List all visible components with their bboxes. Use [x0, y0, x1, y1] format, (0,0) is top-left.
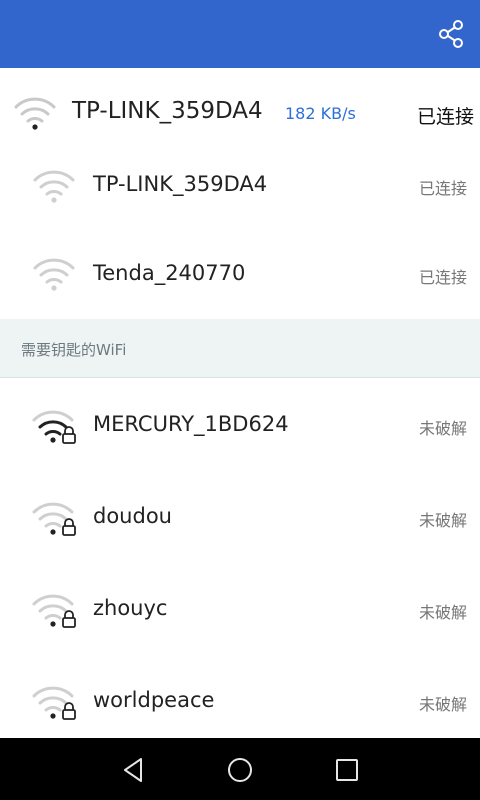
home-button[interactable] — [224, 754, 256, 786]
recents-button[interactable] — [331, 754, 363, 786]
app-bar — [0, 0, 480, 68]
connected-status: 已连接 — [416, 106, 474, 128]
wifi-icon — [14, 97, 56, 130]
connection-speed: 182 KB/s — [285, 104, 356, 123]
network-ssid: MERCURY_1BD624 — [93, 412, 289, 436]
wifi-lock-icon — [32, 686, 76, 720]
wifi-icon — [33, 170, 75, 203]
wifi-lock-icon — [32, 594, 76, 628]
wifi-lock-icon — [32, 410, 76, 444]
home-icon — [228, 758, 252, 782]
network-status: 已连接 — [418, 179, 467, 198]
connected-network[interactable]: TP-LINK_359DA4 182 KB/s 已连接 — [0, 68, 480, 159]
share-icon — [439, 20, 463, 48]
lock-icon — [62, 518, 76, 536]
network-status: 未破解 — [418, 603, 467, 622]
wifi-lock-icon — [32, 502, 76, 536]
section-title: 需要钥匙的WiFi — [21, 341, 127, 359]
network-status: 未破解 — [418, 419, 467, 438]
share-button[interactable] — [436, 18, 466, 50]
locked-network-row[interactable]: zhouyc 未破解 — [0, 562, 480, 655]
back-icon — [124, 758, 142, 782]
recents-icon — [336, 759, 358, 781]
network-row[interactable]: TP-LINK_359DA4 已连接 — [0, 158, 480, 229]
network-ssid: zhouyc — [93, 596, 168, 620]
section-header-locked-wifi: 需要钥匙的WiFi — [0, 319, 480, 378]
network-ssid: TP-LINK_359DA4 — [93, 172, 268, 196]
locked-network-row[interactable]: MERCURY_1BD624 未破解 — [0, 378, 480, 471]
network-ssid: doudou — [93, 504, 172, 528]
network-status: 未破解 — [418, 511, 467, 530]
back-button[interactable] — [117, 754, 149, 786]
network-row[interactable]: Tenda_240770 已连接 — [0, 228, 480, 320]
network-status: 未破解 — [418, 695, 467, 714]
navigation-bar — [0, 738, 480, 800]
locked-network-row[interactable]: doudou 未破解 — [0, 470, 480, 563]
lock-icon — [62, 610, 76, 628]
locked-network-row[interactable]: worldpeace 未破解 — [0, 654, 480, 738]
lock-icon — [62, 702, 76, 720]
network-ssid: Tenda_240770 — [93, 261, 246, 285]
network-status: 已连接 — [418, 268, 467, 287]
lock-icon — [62, 426, 76, 444]
network-ssid: worldpeace — [93, 688, 215, 712]
connected-ssid: TP-LINK_359DA4 — [72, 98, 263, 124]
wifi-icon — [33, 258, 75, 291]
